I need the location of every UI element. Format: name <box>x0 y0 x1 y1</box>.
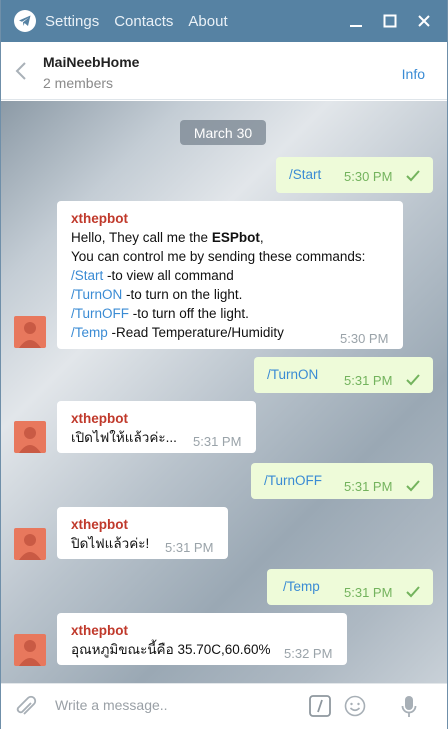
message-time: 5:32 PM <box>284 646 333 661</box>
check-icon <box>406 170 420 182</box>
date-separator: March 30 <box>180 120 266 145</box>
menu-about[interactable]: About <box>188 13 227 30</box>
minimize-icon <box>350 25 362 27</box>
message-time: 5:30 PM <box>340 331 389 346</box>
maximize-button[interactable] <box>373 0 407 42</box>
check-icon <box>406 374 420 386</box>
menu-contacts[interactable]: Contacts <box>114 13 173 30</box>
minimize-button[interactable] <box>339 0 373 42</box>
bold-text: ESPbot <box>211 230 260 245</box>
avatar[interactable] <box>14 421 46 453</box>
menu-settings[interactable]: Settings <box>45 13 99 30</box>
message-text[interactable]: /TurnON <box>267 365 318 384</box>
command-link[interactable]: /Temp <box>71 325 108 340</box>
command-link[interactable]: /TurnON <box>71 287 122 302</box>
message-text[interactable]: /Temp <box>283 577 320 596</box>
attach-button[interactable] <box>15 695 37 724</box>
avatar[interactable] <box>14 528 46 560</box>
message-line: -to view all command <box>103 268 234 283</box>
chat-header: MaiNeebHome 2 members Info <box>1 42 447 100</box>
command-link[interactable]: /TurnOFF <box>71 306 129 321</box>
message-time: 5:31 PM <box>165 540 214 555</box>
voice-button[interactable] <box>401 695 417 724</box>
emoji-button[interactable] <box>344 695 366 722</box>
message-body: Hello, They call me the ESPbot, You can … <box>71 228 365 342</box>
message-text: เปิดไฟให้แล้วค่ะ... <box>71 430 177 445</box>
chat-title[interactable]: MaiNeebHome <box>43 54 139 70</box>
message-time: 5:31 PM <box>344 373 393 388</box>
message-line: Hello, They call me the <box>71 230 212 245</box>
check-icon <box>406 586 420 598</box>
back-button[interactable] <box>15 62 27 85</box>
smiley-icon <box>344 695 366 717</box>
maximize-icon <box>383 14 397 28</box>
avatar[interactable] <box>14 316 46 348</box>
message-text: อุณหภูมิขณะนี้คือ 35.70C,60.60% <box>71 642 271 657</box>
commands-button[interactable] <box>309 695 331 722</box>
sender-name[interactable]: xthepbot <box>71 209 128 228</box>
incoming-message[interactable]: xthepbot Hello, They call me the ESPbot,… <box>57 201 403 349</box>
incoming-message[interactable]: xthepbot อุณหภูมิขณะนี้คือ 35.70C,60.60%… <box>57 613 347 665</box>
chevron-left-icon <box>15 62 26 80</box>
message-area[interactable]: March 30 /Start 5:30 PM xthepbot Hello, … <box>1 101 447 683</box>
message-text[interactable]: /TurnOFF <box>264 471 322 490</box>
user-silhouette-icon <box>19 640 41 666</box>
sender-name[interactable]: xthepbot <box>71 621 128 640</box>
incoming-message[interactable]: xthepbot ปิดไฟแล้วค่ะ! 5:31 PM <box>57 507 228 559</box>
message-line: -to turn off the light. <box>129 306 249 321</box>
message-time: 5:31 PM <box>193 434 242 449</box>
message-text: ปิดไฟแล้วค่ะ! <box>71 536 150 551</box>
telegram-logo-icon <box>14 10 36 32</box>
message-time: 5:31 PM <box>344 479 393 494</box>
message-line: You can control me by sending these comm… <box>71 249 366 264</box>
user-silhouette-icon <box>19 322 41 348</box>
info-button[interactable]: Info <box>402 66 425 82</box>
close-icon <box>418 15 430 27</box>
message-line: -Read Temperature/Humidity <box>107 325 284 340</box>
message-time: 5:30 PM <box>344 169 393 184</box>
message-line: , <box>259 230 264 245</box>
title-bar: Settings Contacts About <box>1 0 447 42</box>
user-silhouette-icon <box>19 427 41 453</box>
incoming-message[interactable]: xthepbot เปิดไฟให้แล้วค่ะ... 5:31 PM <box>57 401 256 453</box>
user-silhouette-icon <box>19 534 41 560</box>
app-window: Settings Contacts About MaiNeebHome 2 me… <box>0 0 448 729</box>
outgoing-message[interactable]: /TurnON 5:31 PM <box>254 357 433 393</box>
sender-name[interactable]: xthepbot <box>71 515 128 534</box>
sender-name[interactable]: xthepbot <box>71 409 128 428</box>
message-line: -to turn on the light. <box>122 287 243 302</box>
outgoing-message[interactable]: /TurnOFF 5:31 PM <box>251 463 433 499</box>
message-text[interactable]: /Start <box>289 165 321 184</box>
microphone-icon <box>401 696 417 717</box>
command-link[interactable]: /Start <box>71 268 103 283</box>
check-icon <box>406 480 420 492</box>
compose-bar <box>1 683 447 729</box>
slash-command-icon <box>309 695 331 717</box>
member-count: 2 members <box>43 75 114 91</box>
message-input[interactable] <box>55 697 275 713</box>
avatar[interactable] <box>14 634 46 666</box>
paperclip-icon <box>16 695 37 715</box>
close-button[interactable] <box>407 0 441 42</box>
outgoing-message[interactable]: /Start 5:30 PM <box>276 157 433 193</box>
outgoing-message[interactable]: /Temp 5:31 PM <box>267 569 433 605</box>
message-time: 5:31 PM <box>344 585 393 600</box>
